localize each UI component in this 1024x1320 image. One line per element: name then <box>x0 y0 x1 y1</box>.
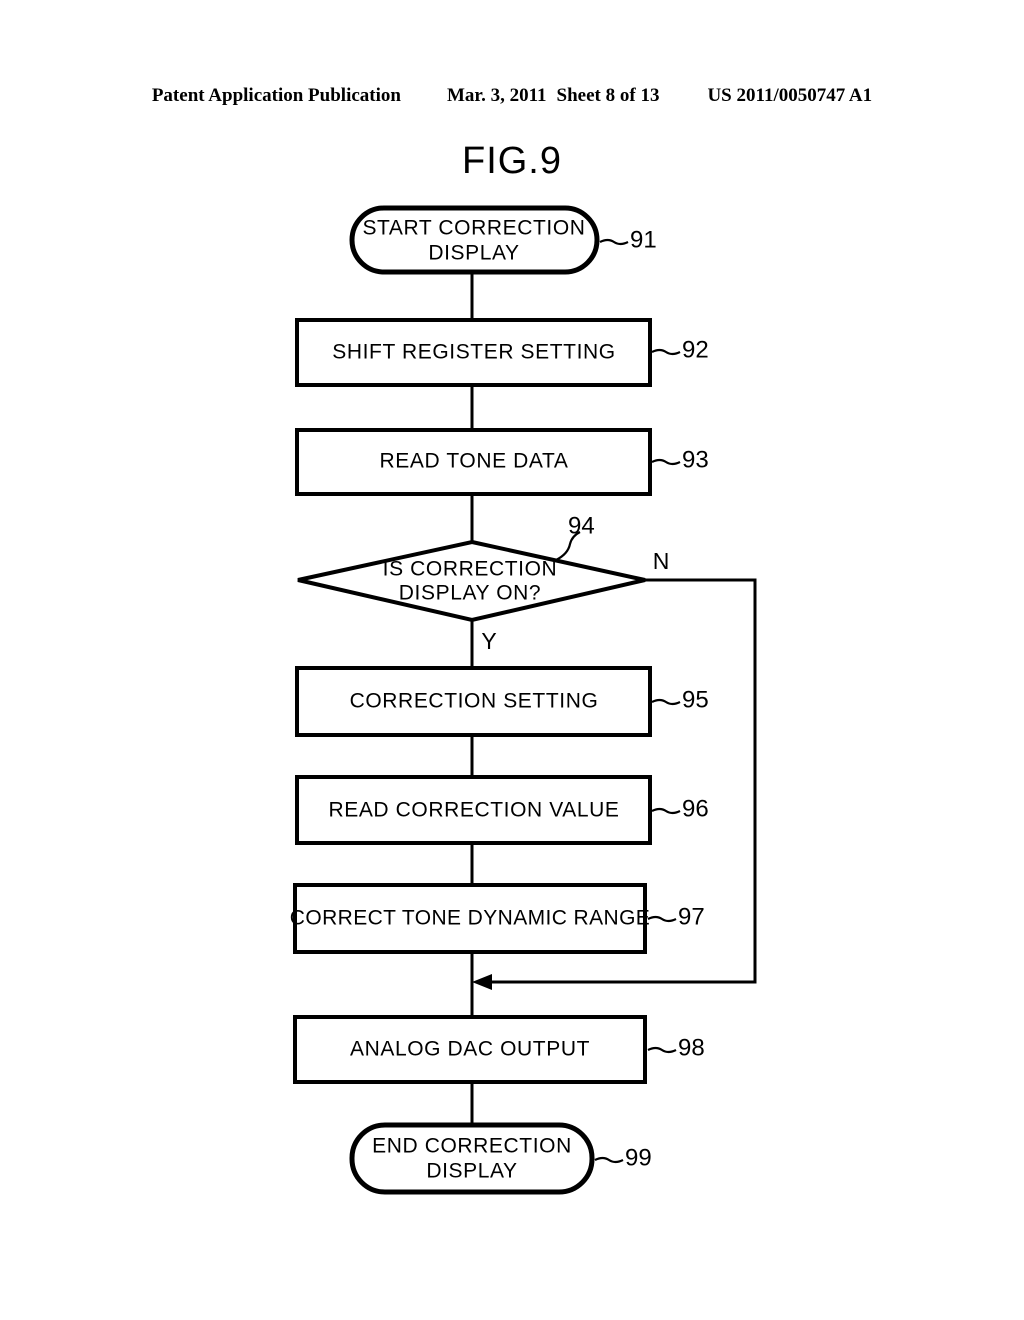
ref-label-96: 96 <box>682 795 709 822</box>
node-end-correction-display: END CORRECTION DISPLAY 99 <box>349 1122 652 1195</box>
ref-label-99: 99 <box>625 1144 652 1171</box>
ref-leader-97 <box>647 915 677 923</box>
node-95-label: CORRECTION SETTING <box>350 690 599 713</box>
node-read-tone-data: READ TONE DATA 93 <box>295 428 709 496</box>
ref-label-92: 92 <box>682 336 709 363</box>
node-correction-setting: CORRECTION SETTING 95 <box>295 666 709 737</box>
node-end-line-1: END CORRECTION <box>372 1135 572 1158</box>
ref-leader-96 <box>651 807 681 815</box>
node-analog-dac-output: ANALOG DAC OUTPUT 98 <box>293 1015 705 1084</box>
node-shift-register-setting: SHIFT REGISTER SETTING 92 <box>295 318 709 387</box>
arrowhead-bypass-merge <box>472 974 492 990</box>
node-start-line-1: START CORRECTION <box>362 217 585 240</box>
ref-label-93: 93 <box>682 446 709 473</box>
ref-label-97: 97 <box>678 903 705 930</box>
node-start-line-2: DISPLAY <box>428 242 519 265</box>
ref-leader-95 <box>651 698 681 706</box>
ref-leader-93 <box>651 458 681 466</box>
branch-label-yes: Y <box>481 628 496 654</box>
node-97-label: CORRECT TONE DYNAMIC RANGE <box>290 907 650 930</box>
ref-label-98: 98 <box>678 1034 705 1061</box>
node-is-correction-display-on: IS CORRECTION DISPLAY ON? 94 N Y <box>297 512 670 654</box>
node-94-line-1: IS CORRECTION <box>383 558 558 581</box>
ref-leader-98 <box>647 1046 677 1054</box>
node-98-label: ANALOG DAC OUTPUT <box>350 1038 590 1061</box>
branch-label-no: N <box>653 548 670 574</box>
ref-label-94: 94 <box>568 512 595 539</box>
node-96-label: READ CORRECTION VALUE <box>328 799 619 822</box>
ref-leader-99 <box>594 1156 624 1164</box>
node-92-label: SHIFT REGISTER SETTING <box>332 341 616 364</box>
ref-leader-92 <box>651 348 681 356</box>
node-start-correction-display: START CORRECTION DISPLAY 91 <box>349 205 657 275</box>
node-read-correction-value: READ CORRECTION VALUE 96 <box>295 775 709 845</box>
flowchart-diagram: START CORRECTION DISPLAY 91 SHIFT REGIST… <box>290 205 757 1195</box>
ref-label-91: 91 <box>630 226 657 253</box>
node-correct-tone-dynamic-range: CORRECT TONE DYNAMIC RANGE 97 <box>290 883 705 954</box>
node-end-line-2: DISPLAY <box>426 1160 517 1183</box>
ref-leader-91 <box>599 238 629 246</box>
node-94-line-2: DISPLAY ON? <box>399 582 541 605</box>
ref-label-95: 95 <box>682 686 709 713</box>
node-93-label: READ TONE DATA <box>380 450 569 473</box>
